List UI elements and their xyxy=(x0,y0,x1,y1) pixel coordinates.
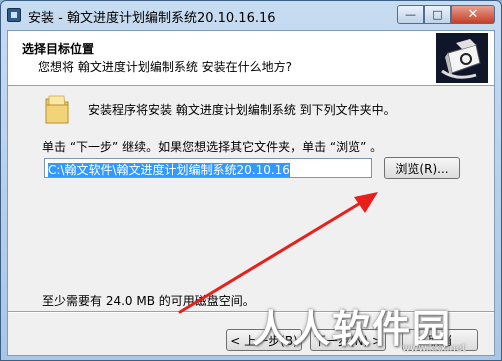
watermark-url: www.kkx.net xyxy=(402,343,466,354)
